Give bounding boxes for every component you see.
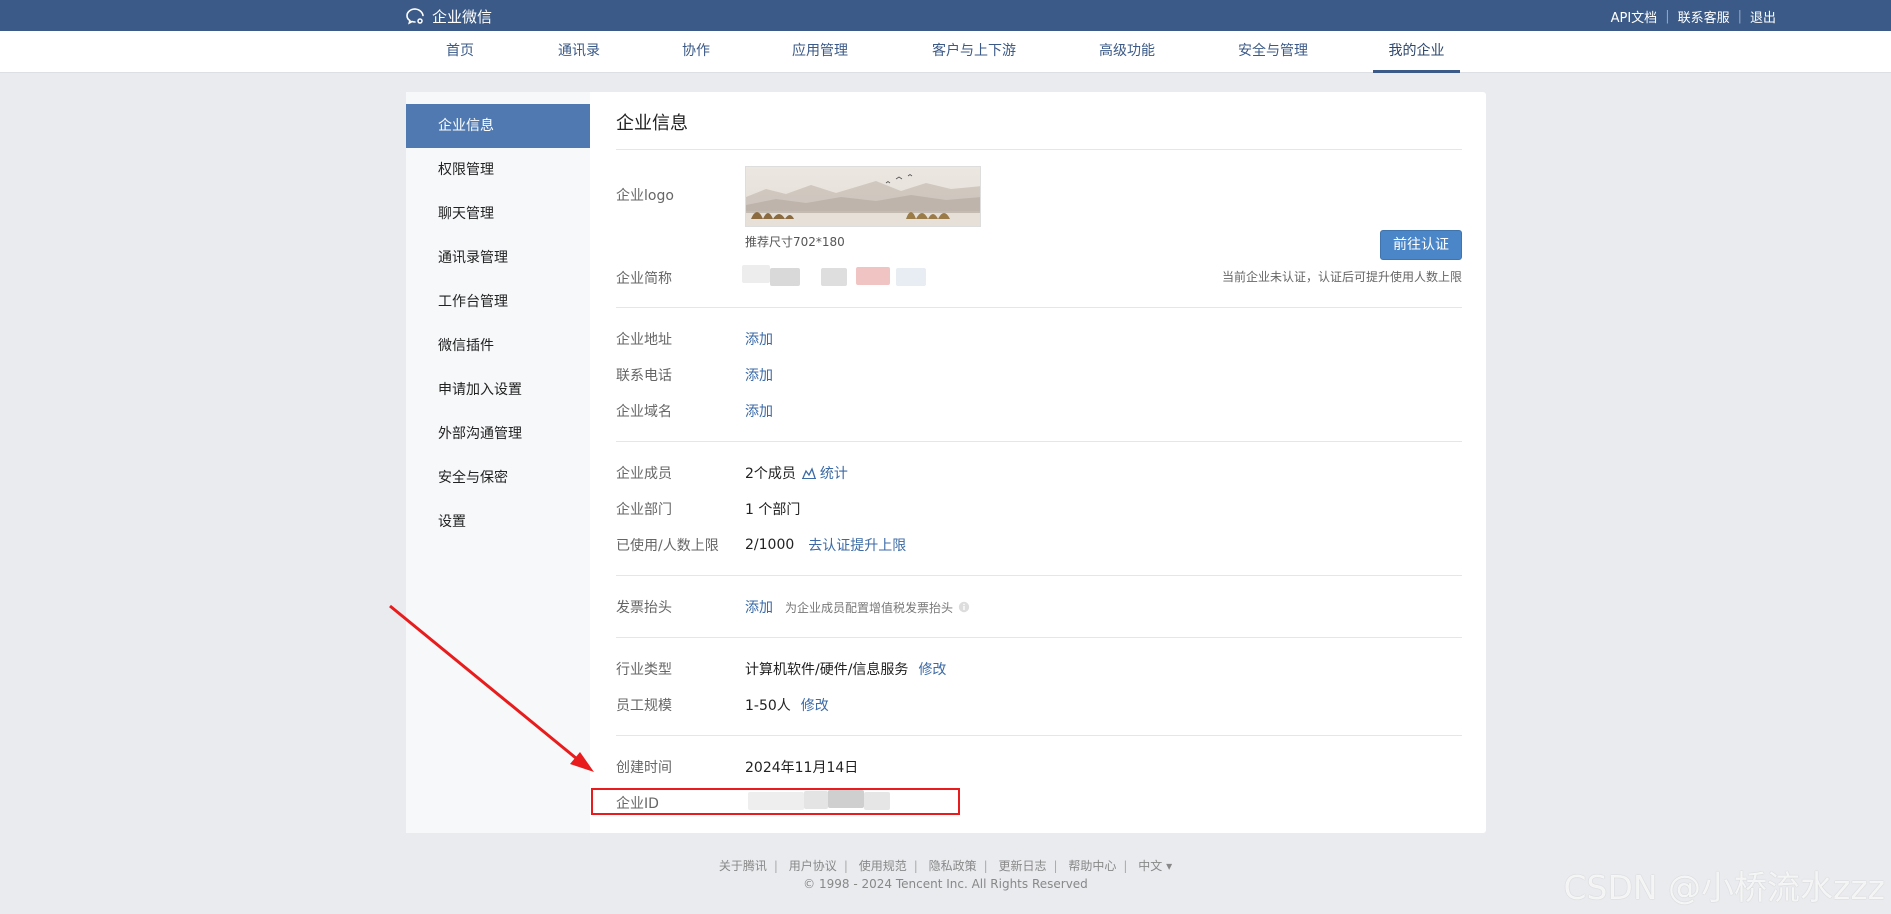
company-logo-image[interactable] (745, 166, 981, 227)
short-name-label: 企业简称 (616, 271, 672, 287)
redaction-block (770, 268, 800, 286)
nav-advanced[interactable]: 高级功能 (1094, 31, 1160, 73)
info-icon[interactable] (958, 601, 970, 613)
departments-label: 企业部门 (616, 502, 672, 518)
landscape-logo-icon (746, 167, 980, 226)
divider: | (1665, 9, 1670, 24)
sidebar-item-permissions[interactable]: 权限管理 (406, 148, 590, 192)
top-header: 企业微信 API文档 | 联系客服 | 退出 (0, 0, 1891, 31)
sidebar-item-chat[interactable]: 聊天管理 (406, 192, 590, 236)
redaction-block (742, 265, 770, 283)
industry-label: 行业类型 (616, 662, 672, 678)
divider: | (983, 859, 988, 873)
logout-link[interactable]: 退出 (1750, 7, 1776, 26)
members-count: 2个成员 (745, 466, 796, 482)
edit-staff-link[interactable]: 修改 (801, 695, 829, 715)
verification-note: 当前企业未认证，认证后可提升使用人数上限 (1221, 270, 1462, 284)
top-links: API文档 | 联系客服 | 退出 (1611, 7, 1776, 26)
sidebar: 企业信息 权限管理 聊天管理 通讯录管理 工作台管理 微信插件 申请加入设置 外… (406, 92, 590, 833)
industry-value: 计算机软件/硬件/信息服务 (745, 662, 909, 678)
wecom-logo-icon (406, 7, 424, 24)
divider: | (773, 859, 778, 873)
staff-value-row: 1-50人 修改 (745, 695, 829, 715)
domain-label: 企业域名 (616, 404, 672, 420)
page-title: 企业信息 (616, 113, 688, 134)
sidebar-item-company-info[interactable]: 企业信息 (406, 104, 590, 148)
sidebar-item-wechat-plugin[interactable]: 微信插件 (406, 324, 590, 368)
logo-label: 企业logo (616, 188, 674, 204)
divider (616, 575, 1462, 576)
divider: | (843, 859, 848, 873)
verify-button[interactable]: 前往认证 (1380, 230, 1462, 260)
created-value: 2024年11月14日 (745, 760, 859, 776)
divider (616, 307, 1462, 308)
invoice-hint: 为企业成员配置增值税发票抬头 (785, 600, 954, 615)
divider: | (1737, 9, 1742, 24)
nav-collaboration[interactable]: 协作 (678, 31, 714, 73)
divider (616, 149, 1462, 150)
redaction-block (821, 268, 847, 286)
usage-value-row: 2/1000 去认证提升上限 (745, 535, 906, 555)
main-nav: 首页 通讯录 协作 应用管理 客户与上下游 高级功能 安全与管理 我的企业 (0, 31, 1891, 73)
divider: | (913, 859, 918, 873)
footer-link-help[interactable]: 帮助中心 (1068, 859, 1116, 873)
api-docs-link[interactable]: API文档 (1611, 7, 1658, 26)
add-domain-link[interactable]: 添加 (745, 401, 773, 421)
usage-value: 2/1000 (745, 537, 795, 553)
logo-size-hint: 推荐尺寸702*180 (745, 235, 845, 249)
nav-my-company[interactable]: 我的企业 (1373, 31, 1460, 73)
invoice-label: 发票抬头 (616, 600, 672, 616)
members-label: 企业成员 (616, 466, 672, 482)
industry-value-row: 计算机软件/硬件/信息服务 修改 (745, 659, 946, 679)
footer-link-rules[interactable]: 使用规范 (859, 859, 907, 873)
language-select[interactable]: 中文 ▾ (1138, 859, 1172, 873)
sidebar-item-join-settings[interactable]: 申请加入设置 (406, 368, 590, 412)
brand-name: 企业微信 (432, 8, 493, 26)
address-label: 企业地址 (616, 332, 672, 348)
nav-contacts[interactable]: 通讯录 (554, 31, 604, 73)
divider: | (1053, 859, 1058, 873)
nav-security[interactable]: 安全与管理 (1233, 31, 1313, 73)
stats-link[interactable]: 统计 (820, 463, 848, 483)
created-label: 创建时间 (616, 760, 672, 776)
footer-link-about[interactable]: 关于腾讯 (719, 859, 767, 873)
watermark: CSDN @小桥流水zzz (1563, 868, 1885, 907)
footer-link-privacy[interactable]: 隐私政策 (929, 859, 977, 873)
company-info-panel: 企业信息 企业logo 推荐尺寸702*180 前往认证 企业简称 当前企业未认… (616, 92, 1462, 833)
usage-label: 已使用/人数上限 (616, 538, 719, 554)
highlight-box (591, 788, 960, 815)
departments-value: 1 个部门 (745, 502, 801, 518)
sidebar-item-settings[interactable]: 设置 (406, 500, 590, 544)
members-value-row: 2个成员 统计 (745, 463, 848, 483)
phone-label: 联系电话 (616, 368, 672, 384)
sidebar-item-contacts[interactable]: 通讯录管理 (406, 236, 590, 280)
brand[interactable]: 企业微信 (406, 6, 492, 27)
nav-customers[interactable]: 客户与上下游 (926, 31, 1022, 73)
redaction-block (896, 268, 926, 286)
add-address-link[interactable]: 添加 (745, 329, 773, 349)
add-invoice-link[interactable]: 添加 (745, 597, 773, 617)
stats-icon[interactable] (801, 467, 816, 479)
add-phone-link[interactable]: 添加 (745, 365, 773, 385)
nav-home[interactable]: 首页 (440, 31, 480, 73)
invoice-value-row: 添加 为企业成员配置增值税发票抬头 (745, 597, 970, 617)
content-card: 企业信息 权限管理 聊天管理 通讯录管理 工作台管理 微信插件 申请加入设置 外… (406, 92, 1486, 833)
staff-value: 1-50人 (745, 698, 791, 714)
sidebar-item-workbench[interactable]: 工作台管理 (406, 280, 590, 324)
nav-app-management[interactable]: 应用管理 (787, 31, 853, 73)
divider (616, 735, 1462, 736)
divider: | (1123, 859, 1128, 873)
edit-industry-link[interactable]: 修改 (918, 659, 946, 679)
staff-label: 员工规模 (616, 698, 672, 714)
sidebar-item-external[interactable]: 外部沟通管理 (406, 412, 590, 456)
footer-link-agreement[interactable]: 用户协议 (789, 859, 837, 873)
redaction-block (856, 267, 890, 285)
upgrade-limit-link[interactable]: 去认证提升上限 (808, 535, 906, 555)
divider (616, 441, 1462, 442)
sidebar-item-security[interactable]: 安全与保密 (406, 456, 590, 500)
contact-support-link[interactable]: 联系客服 (1678, 7, 1730, 26)
divider (616, 637, 1462, 638)
footer-link-changelog[interactable]: 更新日志 (998, 859, 1046, 873)
